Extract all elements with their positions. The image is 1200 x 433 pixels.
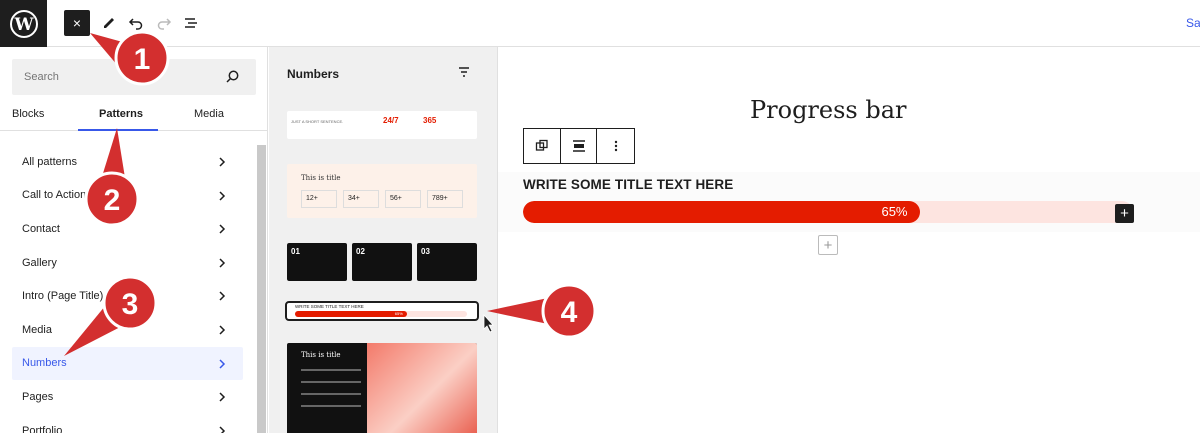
chevron-right-icon (219, 325, 226, 335)
duplicate-icon (535, 139, 548, 151)
active-tab-indicator (78, 129, 158, 131)
block-inserter-sidebar: Search Blocks Patterns Media All pattern… (0, 47, 268, 433)
category-scrollbar[interactable] (257, 145, 266, 433)
chevron-right-icon (219, 224, 226, 234)
category-gallery[interactable]: Gallery (12, 246, 243, 280)
pattern-preview-image (367, 343, 477, 433)
undo-icon (128, 18, 143, 30)
add-block-button[interactable]: + (818, 235, 838, 255)
category-portfolio[interactable]: Portfolio (12, 414, 243, 433)
block-toolbar (523, 128, 635, 164)
edit-tool-button[interactable] (99, 13, 119, 33)
pattern-preview-progress-bar[interactable]: WRITE SOME TITLE TEXT HERE 65% (285, 301, 479, 321)
redo-icon (157, 18, 172, 30)
close-inserter-button[interactable]: × (64, 10, 90, 36)
pattern-preview-numbered-cards[interactable]: 01 02 03 (287, 243, 477, 281)
chevron-right-icon (219, 157, 226, 167)
category-contact[interactable]: Contact (12, 212, 243, 246)
block-appender-button[interactable]: + (1115, 204, 1134, 223)
chevron-right-icon (219, 359, 226, 369)
pattern-preview-numbers-stats[interactable]: JUST A SHORT SENTENCE. 24/7 365 (287, 111, 477, 139)
progress-bar-percent: 65% (881, 204, 908, 219)
progress-bar-track[interactable]: 65% (523, 201, 1133, 223)
transform-block-button[interactable] (524, 129, 561, 163)
document-overview-button[interactable] (181, 13, 201, 33)
pattern-preview-numbers-boxes[interactable]: This is title 12+ 34+ 56+ 789+ (287, 164, 477, 218)
category-call-to-action[interactable]: Call to Action (12, 179, 243, 213)
tab-blocks[interactable]: Blocks (12, 108, 44, 120)
redo-button[interactable] (154, 13, 174, 33)
pattern-preview-image-list[interactable]: This is title (287, 343, 477, 433)
pencil-icon (104, 18, 114, 28)
progress-bar-fill: 65% (523, 201, 920, 223)
chevron-right-icon (219, 258, 226, 268)
list-view-icon (185, 18, 197, 28)
patterns-panel-title: Numbers (287, 67, 340, 81)
filter-icon[interactable] (457, 65, 471, 79)
close-icon: × (72, 15, 82, 31)
search-icon (226, 70, 239, 83)
align-block-button[interactable] (561, 129, 598, 163)
align-icon (572, 140, 585, 152)
pattern-category-list: All patterns Call to Action Contact Gall… (12, 145, 243, 433)
search-input[interactable]: Search (12, 59, 256, 95)
category-media[interactable]: Media (12, 313, 243, 347)
chevron-right-icon (219, 191, 226, 201)
chevron-right-icon (219, 291, 226, 301)
plus-icon: + (1120, 205, 1129, 222)
search-placeholder: Search (24, 71, 59, 83)
block-options-button[interactable] (597, 129, 634, 163)
tab-patterns[interactable]: Patterns (99, 108, 143, 120)
pattern-previews-panel: Numbers JUST A SHORT SENTENCE. 24/7 365 … (269, 47, 498, 433)
more-vertical-icon (614, 140, 617, 152)
category-numbers[interactable]: Numbers (12, 346, 243, 381)
category-intro[interactable]: Intro (Page Title) (12, 279, 243, 313)
plus-icon: + (823, 236, 833, 254)
category-pages[interactable]: Pages (12, 380, 243, 414)
inserter-tabs: Blocks Patterns Media (0, 103, 267, 131)
progress-bar-title[interactable]: WRITE SOME TITLE TEXT HERE (523, 177, 733, 192)
editor-canvas: Progress bar WRITE SOME TITLE TEXT HERE … (498, 47, 1200, 433)
chevron-right-icon (219, 392, 226, 402)
save-button[interactable]: Save (1186, 16, 1200, 30)
svg-text:W: W (13, 15, 34, 35)
category-all-patterns[interactable]: All patterns (12, 145, 243, 179)
page-heading[interactable]: Progress bar (750, 96, 907, 124)
wordpress-logo-icon[interactable]: W (0, 0, 47, 47)
undo-button[interactable] (126, 13, 146, 33)
chevron-right-icon (219, 426, 226, 433)
tab-media[interactable]: Media (194, 108, 224, 120)
editor-topbar: W × Save (0, 0, 1200, 47)
